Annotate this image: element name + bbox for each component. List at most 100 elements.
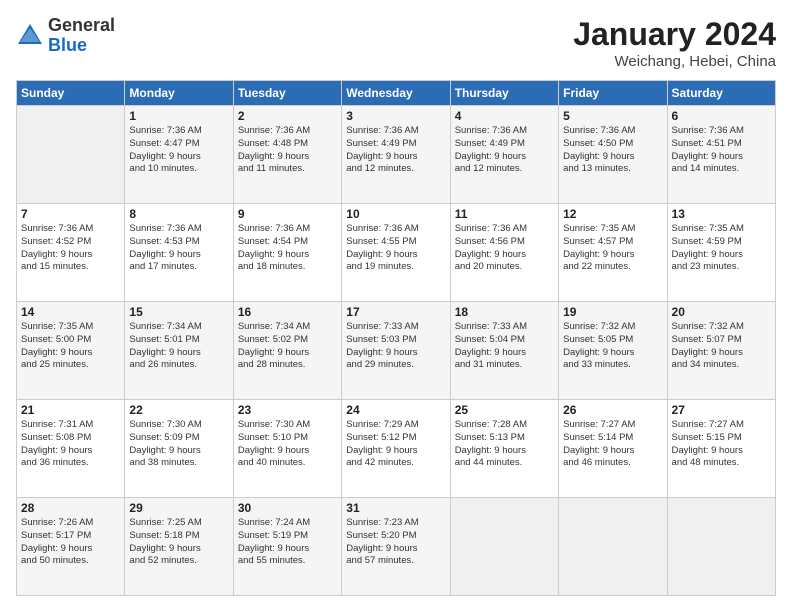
calendar-table: SundayMondayTuesdayWednesdayThursdayFrid… <box>16 80 776 596</box>
day-info: Sunrise: 7:24 AM Sunset: 5:19 PM Dayligh… <box>238 517 337 568</box>
day-cell: 19 Sunrise: 7:32 AM Sunset: 5:05 PM Dayli… <box>559 302 667 400</box>
day-number: 2 <box>238 109 337 123</box>
day-number: 7 <box>21 207 120 221</box>
day-cell: 5Sunrise: 7:36 AM Sunset: 4:50 PM Daylig… <box>559 106 667 204</box>
day-info: Sunrise: 7:36 AM Sunset: 4:49 PM Dayligh… <box>455 125 554 176</box>
day-number: 3 <box>346 109 445 123</box>
day-info: Sunrise: 7:34 AM Sunset: 5:01 PM Dayligh… <box>129 321 228 372</box>
day-info: Sunrise: 7:23 AM Sunset: 5:20 PM Dayligh… <box>346 517 445 568</box>
day-info: Sunrise: 7:30 AM Sunset: 5:10 PM Dayligh… <box>238 419 337 470</box>
day-cell: 22Sunrise: 7:30 AM Sunset: 5:09 PM Dayli… <box>125 400 233 498</box>
day-info: Sunrise: 7:32 AM Sunset: 5:05 PM Dayligh… <box>563 321 662 372</box>
day-cell: 15 Sunrise: 7:34 AM Sunset: 5:01 PM Dayli… <box>125 302 233 400</box>
day-cell: 12 Sunrise: 7:35 AM Sunset: 4:57 PM Dayli… <box>559 204 667 302</box>
day-cell: 11 Sunrise: 7:36 AM Sunset: 4:56 PM Dayli… <box>450 204 558 302</box>
day-header-thursday: Thursday <box>450 81 558 106</box>
day-number: 4 <box>455 109 554 123</box>
day-header-tuesday: Tuesday <box>233 81 341 106</box>
day-info: Sunrise: 7:36 AM Sunset: 4:48 PM Dayligh… <box>238 125 337 176</box>
logo-text: General Blue <box>48 16 115 56</box>
week-row-2: 7Sunrise: 7:36 AM Sunset: 4:52 PM Daylig… <box>17 204 776 302</box>
day-number: 14 <box>21 305 120 319</box>
day-info: Sunrise: 7:35 AM Sunset: 4:57 PM Dayligh… <box>563 223 662 274</box>
day-info: Sunrise: 7:36 AM Sunset: 4:54 PM Dayligh… <box>238 223 337 274</box>
day-info: Sunrise: 7:36 AM Sunset: 4:51 PM Dayligh… <box>672 125 771 176</box>
day-number: 16 <box>238 305 337 319</box>
day-number: 25 <box>455 403 554 417</box>
day-info: Sunrise: 7:36 AM Sunset: 4:53 PM Dayligh… <box>129 223 228 274</box>
day-number: 18 <box>455 305 554 319</box>
day-number: 20 <box>672 305 771 319</box>
day-number: 29 <box>129 501 228 515</box>
day-number: 5 <box>563 109 662 123</box>
day-info: Sunrise: 7:31 AM Sunset: 5:08 PM Dayligh… <box>21 419 120 470</box>
day-number: 27 <box>672 403 771 417</box>
day-cell: 31 Sunrise: 7:23 AM Sunset: 5:20 PM Dayli… <box>342 498 450 596</box>
day-number: 12 <box>563 207 662 221</box>
day-cell: 30 Sunrise: 7:24 AM Sunset: 5:19 PM Dayli… <box>233 498 341 596</box>
day-header-monday: Monday <box>125 81 233 106</box>
day-cell: 28 Sunrise: 7:26 AM Sunset: 5:17 PM Dayli… <box>17 498 125 596</box>
day-cell: 1Sunrise: 7:36 AM Sunset: 4:47 PM Daylig… <box>125 106 233 204</box>
week-row-5: 28 Sunrise: 7:26 AM Sunset: 5:17 PM Dayli… <box>17 498 776 596</box>
day-number: 23 <box>238 403 337 417</box>
week-row-1: 1Sunrise: 7:36 AM Sunset: 4:47 PM Daylig… <box>17 106 776 204</box>
day-number: 13 <box>672 207 771 221</box>
day-number: 1 <box>129 109 228 123</box>
logo-blue-text: Blue <box>48 35 87 55</box>
day-number: 30 <box>238 501 337 515</box>
day-number: 10 <box>346 207 445 221</box>
day-info: Sunrise: 7:36 AM Sunset: 4:55 PM Dayligh… <box>346 223 445 274</box>
day-cell: 23 Sunrise: 7:30 AM Sunset: 5:10 PM Dayli… <box>233 400 341 498</box>
day-cell: 16 Sunrise: 7:34 AM Sunset: 5:02 PM Dayli… <box>233 302 341 400</box>
month-title: January 2024 <box>573 16 776 53</box>
day-header-row: SundayMondayTuesdayWednesdayThursdayFrid… <box>17 81 776 106</box>
day-number: 17 <box>346 305 445 319</box>
day-cell: 27 Sunrise: 7:27 AM Sunset: 5:15 PM Dayli… <box>667 400 775 498</box>
day-info: Sunrise: 7:27 AM Sunset: 5:14 PM Dayligh… <box>563 419 662 470</box>
day-number: 9 <box>238 207 337 221</box>
day-info: Sunrise: 7:27 AM Sunset: 5:15 PM Dayligh… <box>672 419 771 470</box>
day-cell: 14 Sunrise: 7:35 AM Sunset: 5:00 PM Dayli… <box>17 302 125 400</box>
day-number: 15 <box>129 305 228 319</box>
day-cell: 17 Sunrise: 7:33 AM Sunset: 5:03 PM Dayli… <box>342 302 450 400</box>
day-cell: 2 Sunrise: 7:36 AM Sunset: 4:48 PM Daylig… <box>233 106 341 204</box>
title-block: January 2024 Weichang, Hebei, China <box>573 16 776 70</box>
day-number: 19 <box>563 305 662 319</box>
day-cell: 24 Sunrise: 7:29 AM Sunset: 5:12 PM Dayli… <box>342 400 450 498</box>
day-header-saturday: Saturday <box>667 81 775 106</box>
day-info: Sunrise: 7:35 AM Sunset: 4:59 PM Dayligh… <box>672 223 771 274</box>
day-number: 22 <box>129 403 228 417</box>
day-number: 21 <box>21 403 120 417</box>
day-cell: 21 Sunrise: 7:31 AM Sunset: 5:08 PM Dayli… <box>17 400 125 498</box>
week-row-3: 14 Sunrise: 7:35 AM Sunset: 5:00 PM Dayli… <box>17 302 776 400</box>
day-number: 24 <box>346 403 445 417</box>
header: General Blue January 2024 Weichang, Hebe… <box>16 16 776 70</box>
page: General Blue January 2024 Weichang, Hebe… <box>0 0 792 612</box>
day-cell: 26 Sunrise: 7:27 AM Sunset: 5:14 PM Dayli… <box>559 400 667 498</box>
day-info: Sunrise: 7:26 AM Sunset: 5:17 PM Dayligh… <box>21 517 120 568</box>
day-info: Sunrise: 7:33 AM Sunset: 5:03 PM Dayligh… <box>346 321 445 372</box>
day-info: Sunrise: 7:29 AM Sunset: 5:12 PM Dayligh… <box>346 419 445 470</box>
day-number: 26 <box>563 403 662 417</box>
day-info: Sunrise: 7:35 AM Sunset: 5:00 PM Dayligh… <box>21 321 120 372</box>
day-cell <box>450 498 558 596</box>
day-header-wednesday: Wednesday <box>342 81 450 106</box>
day-header-sunday: Sunday <box>17 81 125 106</box>
day-info: Sunrise: 7:36 AM Sunset: 4:49 PM Dayligh… <box>346 125 445 176</box>
logo-general-text: General <box>48 15 115 35</box>
day-cell <box>667 498 775 596</box>
day-cell: 4 Sunrise: 7:36 AM Sunset: 4:49 PM Daylig… <box>450 106 558 204</box>
day-number: 8 <box>129 207 228 221</box>
day-info: Sunrise: 7:25 AM Sunset: 5:18 PM Dayligh… <box>129 517 228 568</box>
day-info: Sunrise: 7:36 AM Sunset: 4:56 PM Dayligh… <box>455 223 554 274</box>
day-number: 28 <box>21 501 120 515</box>
day-info: Sunrise: 7:28 AM Sunset: 5:13 PM Dayligh… <box>455 419 554 470</box>
day-number: 11 <box>455 207 554 221</box>
day-cell: 29 Sunrise: 7:25 AM Sunset: 5:18 PM Dayli… <box>125 498 233 596</box>
day-number: 31 <box>346 501 445 515</box>
day-cell <box>559 498 667 596</box>
day-info: Sunrise: 7:34 AM Sunset: 5:02 PM Dayligh… <box>238 321 337 372</box>
day-info: Sunrise: 7:33 AM Sunset: 5:04 PM Dayligh… <box>455 321 554 372</box>
day-cell: 18 Sunrise: 7:33 AM Sunset: 5:04 PM Dayli… <box>450 302 558 400</box>
